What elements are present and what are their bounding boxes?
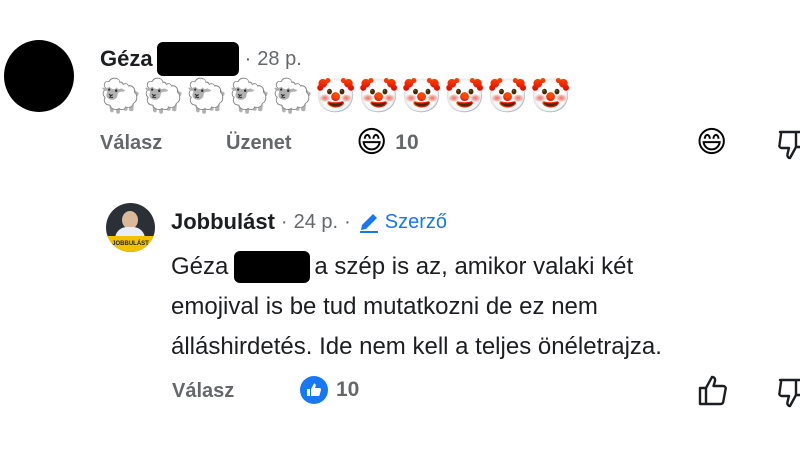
- clown-emoji: 🤡: [315, 77, 357, 114]
- thumbs-up-icon: [698, 375, 727, 406]
- reply-text-line: Géza a szép is az, amikor valaki két: [171, 247, 791, 287]
- reply-text-line: álláshirdetés. Ide nem kell a teljes öné…: [171, 333, 662, 360]
- reply-header: Jobbulást · 24 p. · Szerző: [171, 207, 447, 237]
- message-button[interactable]: Üzenet: [226, 132, 292, 155]
- reply-button[interactable]: Válasz: [100, 132, 162, 155]
- reply-text-line: emojival is be tud mutatkozni de ez nem: [171, 293, 598, 320]
- dislike-button[interactable]: [776, 128, 800, 160]
- laughing-reaction-icon: 😄: [356, 126, 388, 159]
- laughing-emoji-icon: 😄: [696, 126, 728, 159]
- avatar-logo-text: JOBBULÁST: [106, 236, 155, 252]
- dot-separator: ·: [244, 47, 252, 70]
- reply-reactions[interactable]: 10: [300, 376, 359, 404]
- sheep-emoji: 🐑: [229, 77, 271, 114]
- like-reaction-icon: [300, 376, 328, 404]
- clown-emoji: 🤡: [358, 77, 400, 114]
- reply-text: Géza a szép is az, amikor valaki két emo…: [171, 247, 791, 367]
- clown-emoji: 🤡: [401, 77, 443, 114]
- comment-emoji-text: 🐑 🐑 🐑 🐑 🐑 🤡 🤡 🤡 🤡 🤡 🤡: [100, 76, 572, 116]
- clown-emoji: 🤡: [444, 77, 486, 114]
- mentioned-name[interactable]: Géza: [171, 247, 228, 287]
- page-avatar[interactable]: JOBBULÁST: [106, 203, 155, 252]
- comment-header: Géza · 28 p.: [100, 42, 302, 76]
- like-count: 10: [336, 378, 360, 401]
- commenter-avatar[interactable]: [4, 40, 74, 112]
- thumbs-up-glyph: [307, 383, 321, 396]
- dot-separator: ·: [280, 210, 288, 233]
- redacted-surname: [234, 251, 311, 283]
- comment-author-name[interactable]: Géza: [100, 46, 153, 72]
- reply-time[interactable]: 24 p.: [294, 211, 338, 234]
- react-button[interactable]: 😄: [696, 126, 727, 160]
- dot-separator: ·: [344, 210, 351, 233]
- comment-time[interactable]: 28 p.: [257, 48, 301, 71]
- reply-reply-button[interactable]: Válasz: [172, 380, 234, 403]
- like-button[interactable]: [696, 374, 730, 408]
- reply-author-name[interactable]: Jobbulást: [171, 209, 275, 235]
- sheep-emoji: 🐑: [186, 77, 228, 114]
- reaction-count: 10: [395, 131, 419, 154]
- author-badge-label: Szerző: [384, 210, 447, 233]
- thumbs-down-icon: [778, 130, 800, 160]
- reply-dislike-button[interactable]: [776, 376, 800, 408]
- comment-reactions[interactable]: 😄 10: [356, 126, 419, 160]
- sheep-emoji: 🐑: [143, 77, 185, 114]
- thumbs-down-icon: [778, 378, 800, 408]
- clown-emoji: 🤡: [487, 77, 529, 114]
- sheep-emoji: 🐑: [100, 77, 142, 114]
- author-badge: Szerző: [357, 210, 447, 234]
- pencil-icon: [359, 214, 378, 233]
- redacted-surname: [156, 42, 239, 76]
- clown-emoji: 🤡: [530, 77, 572, 114]
- sheep-emoji: 🐑: [272, 77, 314, 114]
- reply-text-segment: a szép is az, amikor valaki két: [314, 253, 634, 280]
